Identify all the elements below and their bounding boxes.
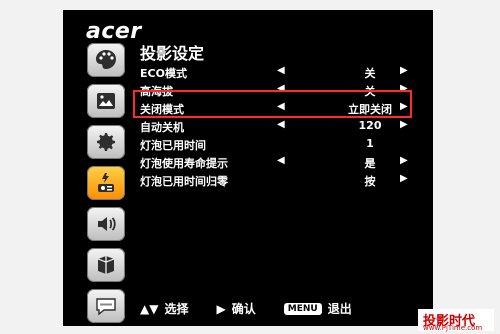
- setting-row-lamp-hours: 灯泡已用时间 1: [140, 135, 425, 153]
- hint-label: 确认: [231, 302, 256, 316]
- menu-tabs: [83, 43, 129, 330]
- tab-audio[interactable]: [87, 207, 125, 241]
- right-arrow-icon[interactable]: ▶: [400, 119, 408, 130]
- setting-label: 灯泡已用时间: [140, 139, 206, 152]
- right-triangle-icon: ▶: [216, 301, 226, 316]
- hint-label: 退出: [327, 302, 352, 316]
- menu-key: MENU: [283, 302, 322, 315]
- setting-row-lamp-reminder[interactable]: 灯泡使用寿命提示 ◀ 是 ▶: [140, 153, 425, 171]
- setting-label: 灯泡使用寿命提示: [140, 157, 228, 170]
- setting-row-auto-shutdown[interactable]: 自动关机 ◀ 120 ▶: [140, 117, 425, 135]
- watermark-url: www.PjTime.com: [423, 324, 483, 332]
- selection-highlight: [133, 90, 412, 118]
- palette-icon: [96, 50, 116, 69]
- hint-select: ▲▼ 选择: [140, 300, 188, 317]
- tab-3d[interactable]: [87, 248, 125, 282]
- setting-label: ECO模式: [140, 67, 187, 80]
- setting-value: 1: [366, 137, 374, 150]
- page-title: 投影设定: [140, 44, 205, 63]
- setting-label: 灯泡已用时间归零: [140, 175, 228, 188]
- setting-label: 自动关机: [140, 121, 184, 134]
- image-icon: [97, 93, 115, 109]
- hint-exit: MENU 退出: [283, 300, 352, 317]
- right-arrow-icon[interactable]: ▶: [400, 65, 408, 76]
- 3d-icon: [97, 256, 115, 274]
- tab-image[interactable]: [87, 84, 125, 118]
- gear-icon: [97, 133, 115, 151]
- left-arrow-icon[interactable]: ◀: [277, 119, 285, 130]
- tab-management[interactable]: [87, 166, 125, 200]
- up-down-arrows-icon: ▲▼: [140, 301, 159, 316]
- language-icon: [96, 298, 116, 316]
- hint-confirm: ▶ 确认: [216, 300, 255, 317]
- setting-row-lamp-reset[interactable]: 灯泡已用时间归零 按 ▶: [140, 171, 425, 189]
- hint-label: 选择: [164, 302, 189, 316]
- right-arrow-icon[interactable]: ▶: [400, 173, 408, 184]
- left-arrow-icon[interactable]: ◀: [277, 155, 285, 166]
- speaker-icon: [98, 217, 116, 231]
- settings-list: ECO模式 ◀ 关 ▶ 高海拔 ◀ 关 ▶ 关闭模式 ◀ 立即关闭 ▶ 自动关机…: [140, 63, 425, 189]
- tab-settings[interactable]: [87, 125, 125, 159]
- acer-logo: acer: [86, 19, 142, 44]
- footer-hints: ▲▼ 选择 ▶ 确认 MENU 退出: [140, 300, 352, 317]
- right-arrow-icon[interactable]: ▶: [400, 155, 408, 166]
- setting-row-eco[interactable]: ECO模式 ◀ 关 ▶: [140, 63, 425, 81]
- tab-color[interactable]: [87, 43, 125, 77]
- lamp-icon: [98, 173, 114, 192]
- tab-language[interactable]: [87, 289, 125, 323]
- left-arrow-icon[interactable]: ◀: [277, 65, 285, 76]
